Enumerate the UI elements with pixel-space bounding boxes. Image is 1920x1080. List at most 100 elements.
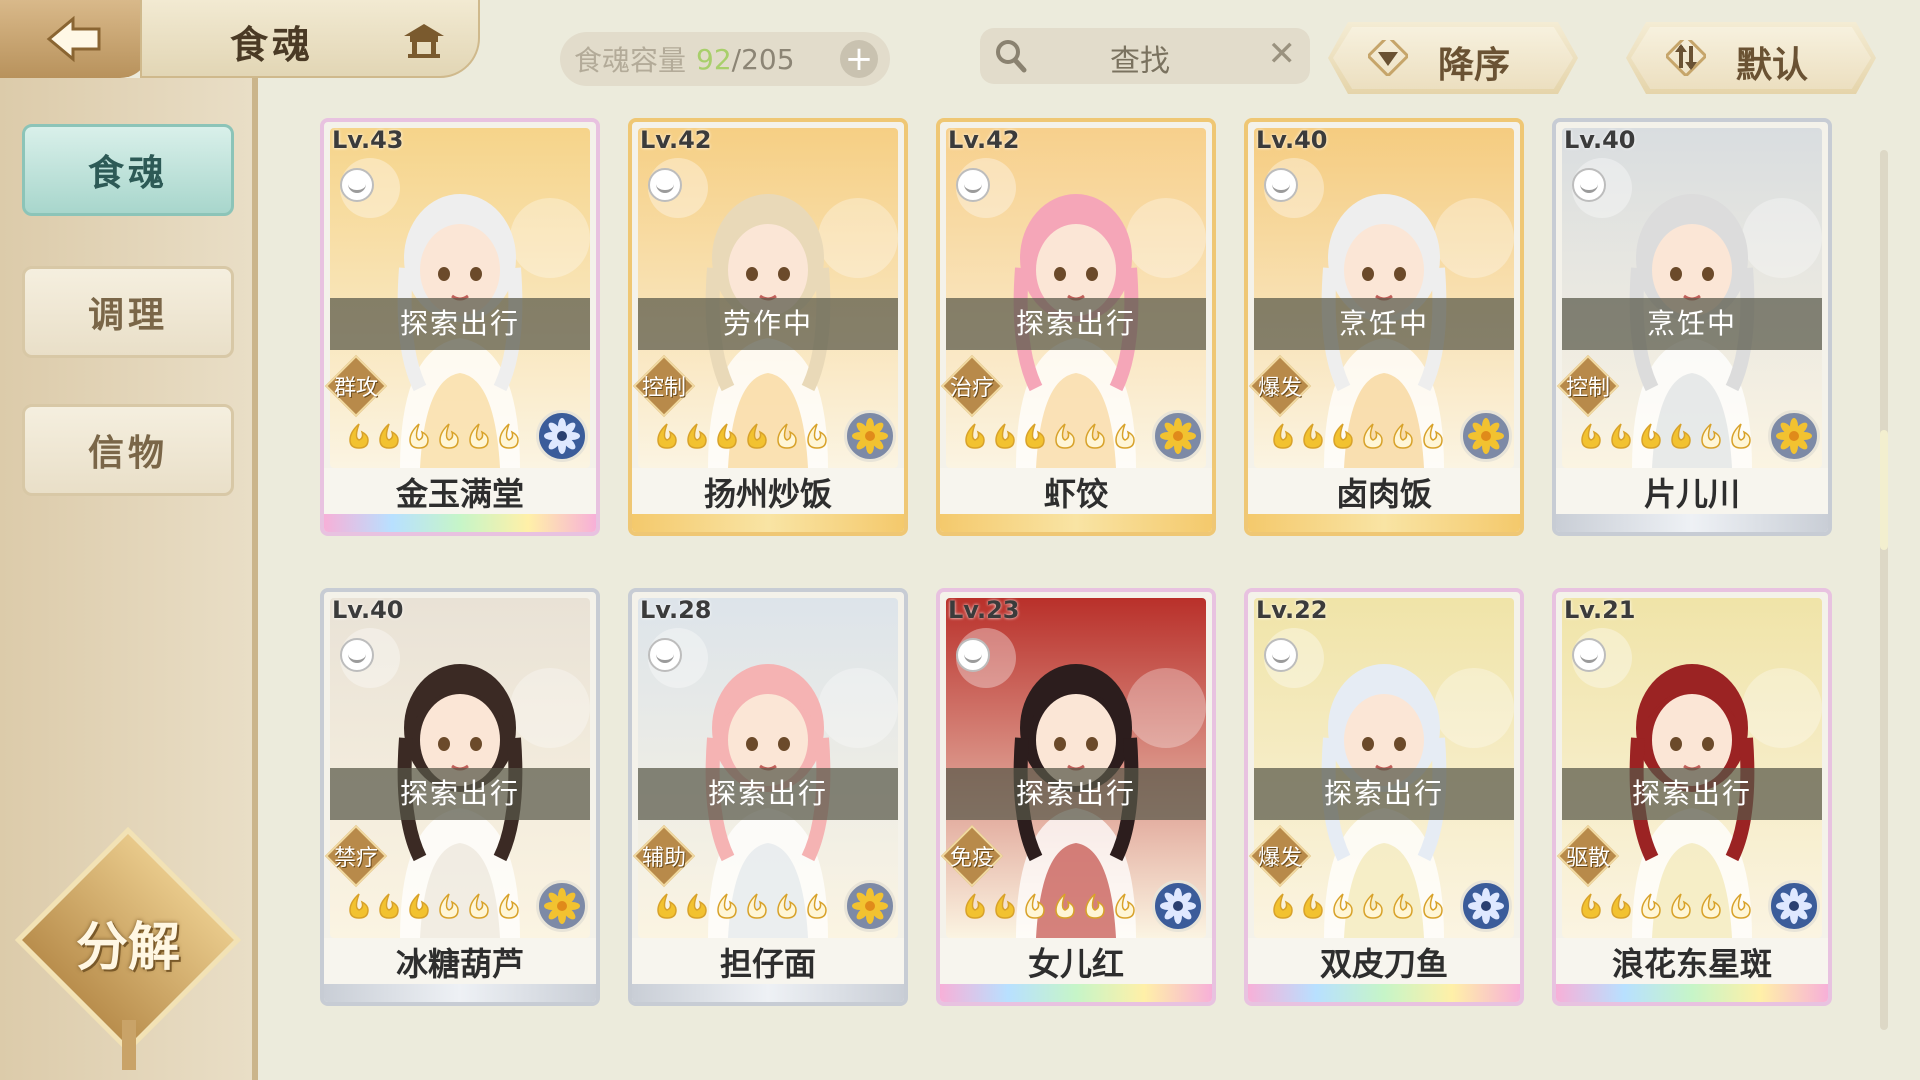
food-soul-card[interactable]: Lv.21 探索出行 驱散 浪花东星斑: [1552, 588, 1832, 1006]
star-filled-icon: [962, 892, 988, 924]
card-name: 担仔面: [632, 938, 904, 990]
food-soul-card[interactable]: Lv.28 探索出行 辅助 担仔面: [628, 588, 908, 1006]
food-soul-card[interactable]: Lv.40 烹饪中 爆发 卤肉饭: [1244, 118, 1524, 536]
card-status: 烹饪中: [1254, 298, 1514, 350]
card-status: 探索出行: [946, 298, 1206, 350]
card-level: Lv.28: [640, 596, 712, 624]
card-name: 金玉满堂: [324, 468, 596, 520]
food-soul-card[interactable]: Lv.42 探索出行 治疗 虾饺: [936, 118, 1216, 536]
gold-flower-emblem-icon: [536, 880, 588, 932]
scrollbar[interactable]: [1880, 150, 1888, 1030]
rarity-strip: [1556, 984, 1828, 1002]
food-soul-card[interactable]: Lv.23 探索出行 免疫 女儿红: [936, 588, 1216, 1006]
gold-flower-emblem-icon: [844, 410, 896, 462]
capacity-total: /205: [731, 42, 795, 76]
card-status: 烹饪中: [1562, 298, 1822, 350]
star-filled-icon: [346, 892, 372, 924]
sidebar-item-cooking[interactable]: 调理: [22, 266, 234, 358]
food-soul-card[interactable]: Lv.40 烹饪中 控制 片儿川: [1552, 118, 1832, 536]
food-soul-card[interactable]: Lv.42 劳作中 控制 扬州炒饭: [628, 118, 908, 536]
food-soul-grid: Lv.43 探索出行 群攻 金玉满堂 Lv.42 劳作中 控制 扬州炒饭 Lv.42 探索出行 治疗…: [320, 118, 1840, 1018]
back-button[interactable]: [0, 0, 150, 78]
role-badge: 免疫: [940, 824, 1004, 888]
sort-mode-button[interactable]: 默认: [1626, 22, 1876, 94]
rarity-strip: [324, 984, 596, 1002]
card-level: Lv.40: [332, 596, 404, 624]
star-rating: [346, 422, 522, 454]
role-badge: 控制: [1556, 354, 1620, 418]
gold-flower-emblem-icon: [1152, 410, 1204, 462]
search-box[interactable]: 查找 ✕: [980, 28, 1310, 84]
star-filled-icon: [376, 422, 402, 454]
star-filled-icon: [406, 892, 432, 924]
gold-flower-emblem-icon: [1460, 410, 1512, 462]
role-badge: 群攻: [324, 354, 388, 418]
star-rating: [346, 892, 522, 924]
bowl-icon: [648, 168, 682, 202]
star-rating: [1578, 892, 1754, 924]
bowl-icon: [1572, 638, 1606, 672]
scroll-thumb[interactable]: [1880, 430, 1888, 550]
star-filled-icon: [684, 892, 710, 924]
rarity-strip: [632, 514, 904, 532]
star-filled-icon: [1638, 422, 1664, 454]
card-status: 探索出行: [638, 768, 898, 820]
star-rating: [654, 422, 830, 454]
role-badge: 爆发: [1248, 354, 1312, 418]
star-filled-icon: [346, 422, 372, 454]
star-rating: [962, 422, 1138, 454]
role-badge: 驱散: [1556, 824, 1620, 888]
sort-arrows-icon: [1666, 40, 1706, 76]
star-filled-icon: [1300, 892, 1326, 924]
star-empty-icon: [804, 422, 830, 454]
sidebar-item-food-soul[interactable]: 食魂: [22, 124, 234, 216]
star-filled-icon: [962, 422, 988, 454]
star-empty-icon: [1112, 422, 1138, 454]
card-level: Lv.42: [640, 126, 712, 154]
bowl-icon: [956, 638, 990, 672]
star-empty-icon: [1728, 422, 1754, 454]
food-soul-card[interactable]: Lv.40 探索出行 禁疗 冰糖葫芦: [320, 588, 600, 1006]
card-name: 双皮刀鱼: [1248, 938, 1520, 990]
role-badge: 控制: [632, 354, 696, 418]
star-filled-icon: [992, 892, 1018, 924]
pavilion-icon[interactable]: [400, 20, 448, 64]
star-empty-icon: [1420, 422, 1446, 454]
star-empty-icon: [1390, 422, 1416, 454]
rarity-strip: [940, 514, 1212, 532]
decompose-label: 分解: [75, 918, 180, 978]
blue-flower-emblem-icon: [1768, 880, 1820, 932]
sort-order-button[interactable]: 降序: [1328, 22, 1578, 94]
food-soul-card[interactable]: Lv.22 探索出行 爆发 双皮刀鱼: [1244, 588, 1524, 1006]
role-label: 免疫: [949, 846, 994, 871]
card-status: 探索出行: [330, 298, 590, 350]
star-filled-icon: [654, 892, 680, 924]
star-filled-icon: [1270, 422, 1296, 454]
clear-search-icon[interactable]: ✕: [1268, 34, 1297, 74]
star-filled-icon: [654, 422, 680, 454]
sidebar-item-token[interactable]: 信物: [22, 404, 234, 496]
bowl-icon: [648, 638, 682, 672]
rarity-strip: [324, 514, 596, 532]
role-badge: 禁疗: [324, 824, 388, 888]
card-level: Lv.22: [1256, 596, 1328, 624]
blue-flower-emblem-icon: [1152, 880, 1204, 932]
card-name: 虾饺: [940, 468, 1212, 520]
star-filled-icon: [714, 422, 740, 454]
rarity-strip: [1248, 984, 1520, 1002]
tassel-ornament: [122, 1020, 136, 1070]
star-empty-icon: [1052, 892, 1078, 924]
food-soul-card[interactable]: Lv.43 探索出行 群攻 金玉满堂: [320, 118, 600, 536]
rarity-strip: [632, 984, 904, 1002]
capacity-label: 食魂容量: [574, 44, 687, 77]
card-level: Lv.23: [948, 596, 1020, 624]
search-input[interactable]: 查找: [1110, 36, 1170, 80]
star-rating: [654, 892, 830, 924]
card-level: Lv.40: [1256, 126, 1328, 154]
bowl-icon: [956, 168, 990, 202]
star-filled-icon: [684, 422, 710, 454]
star-empty-icon: [436, 892, 462, 924]
rarity-strip: [940, 984, 1212, 1002]
star-empty-icon: [774, 892, 800, 924]
add-capacity-button[interactable]: +: [840, 40, 878, 78]
